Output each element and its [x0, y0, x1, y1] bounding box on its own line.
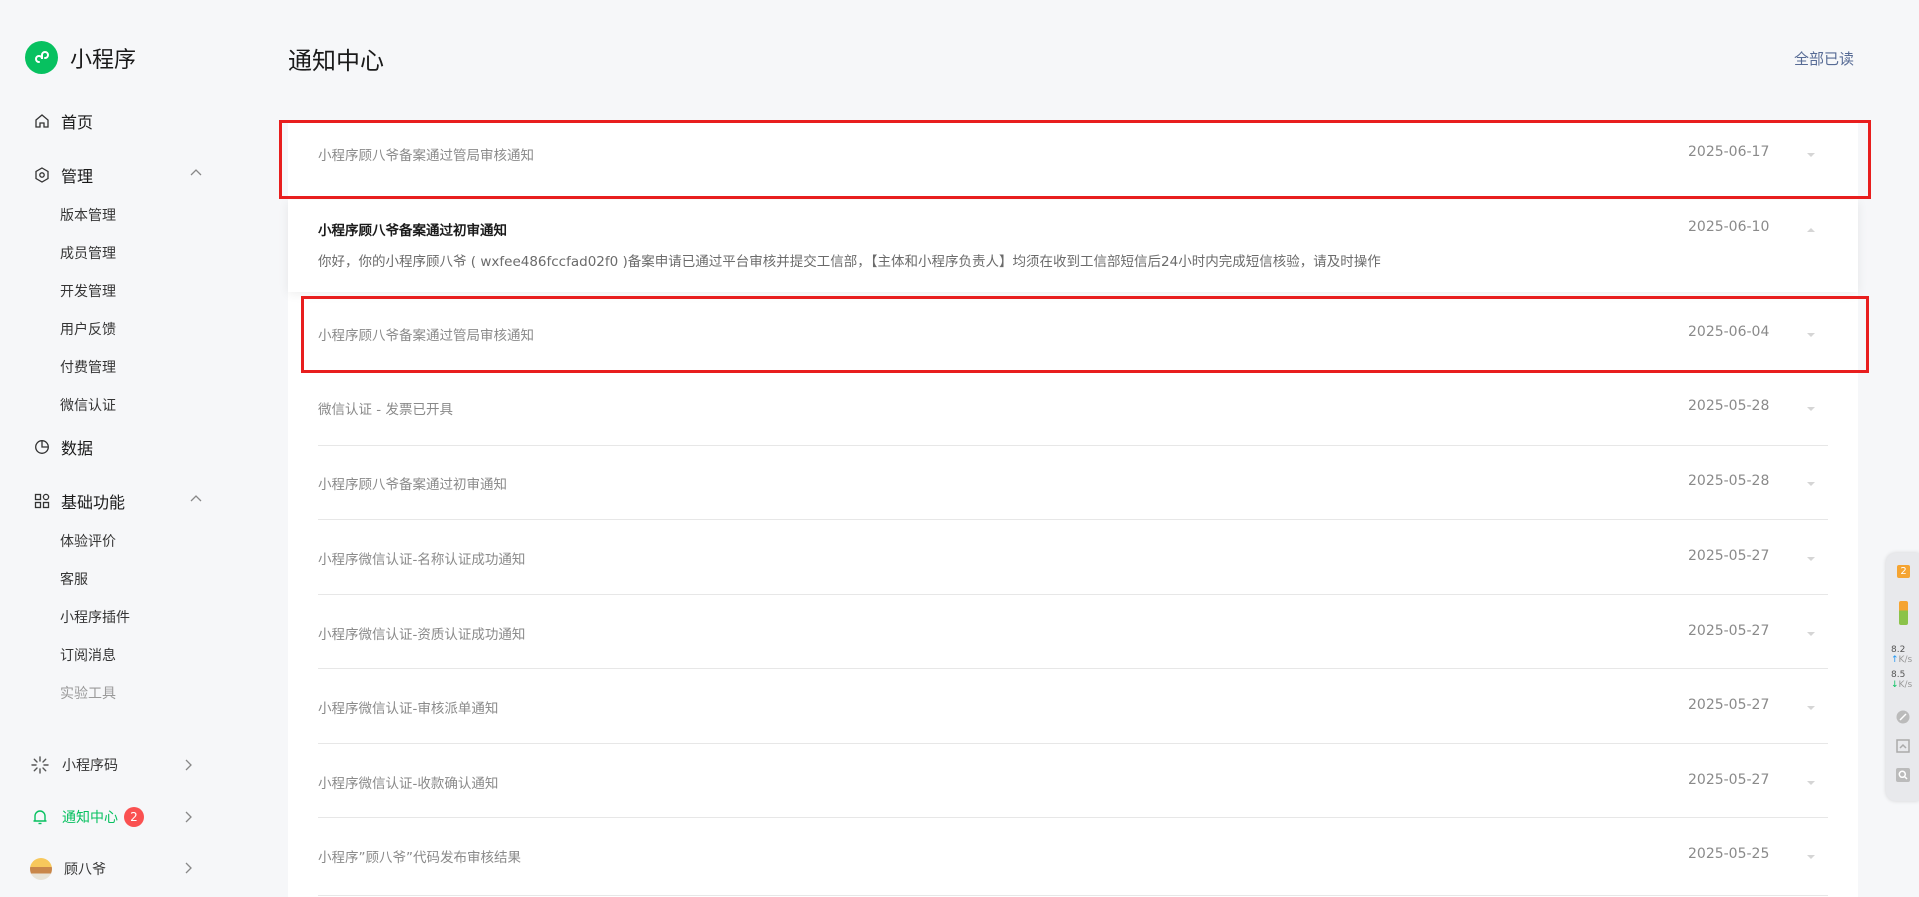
notification-date: 2025-05-25	[1688, 846, 1770, 862]
notification-title: 小程序顾八爷备案通过初审通知	[318, 477, 507, 493]
notification-title: 小程序微信认证-资质认证成功通知	[318, 627, 526, 643]
notification-description: 你好，你的小程序顾八爷 ( wxfee486fccfad02f0 )备案申请已通…	[318, 254, 1381, 270]
notification-title: 小程序顾八爷备案通过管局审核通知	[318, 148, 534, 164]
mark-all-read-link[interactable]: 全部已读	[1794, 48, 1854, 69]
grid-icon	[33, 492, 51, 510]
chevron-down-icon[interactable]	[1806, 846, 1816, 865]
unread-count-badge: 2	[124, 807, 144, 827]
divider	[318, 895, 1828, 896]
nav-notify-center[interactable]: 通知中心 2	[30, 807, 195, 827]
notification-item[interactable]: 小程序顾八爷备案通过管局审核通知 2025-06-17	[288, 120, 1858, 195]
notification-date: 2025-06-04	[1688, 324, 1770, 340]
chevron-up-icon[interactable]	[189, 491, 203, 510]
chevron-down-icon[interactable]	[1806, 772, 1816, 791]
app-logo[interactable]: 小程序	[25, 41, 136, 74]
chevron-right-icon	[181, 810, 195, 828]
nav-home[interactable]: 首页	[33, 109, 203, 133]
nav-notify-label: 通知中心	[62, 810, 118, 826]
notification-date: 2025-05-27	[1688, 697, 1770, 713]
nav-data[interactable]: 数据	[33, 435, 203, 459]
search-icon[interactable]	[1895, 767, 1911, 783]
app-name: 小程序	[70, 47, 137, 73]
nav-account[interactable]: 顾八爷	[30, 858, 195, 880]
nav-dev-manage[interactable]: 开发管理	[60, 281, 116, 301]
notification-date: 2025-05-28	[1688, 398, 1770, 414]
bell-icon	[30, 807, 50, 827]
chevron-down-icon[interactable]	[1806, 697, 1816, 716]
notification-item[interactable]: 小程序微信认证-名称认证成功通知 2025-05-27	[288, 520, 1858, 595]
chevron-up-icon[interactable]	[189, 165, 203, 184]
screenshot-icon[interactable]	[1895, 738, 1911, 754]
manage-icon	[33, 166, 51, 184]
sidebar: 小程序 首页 管理 版本管理 成员管理 开发管理 用户反馈 付费管理 微信认证 …	[0, 0, 230, 897]
chevron-down-icon[interactable]	[1806, 623, 1816, 642]
home-icon	[33, 112, 51, 130]
qrcode-icon	[30, 755, 50, 775]
notification-item[interactable]: 小程序”顾八爷”代码发布审核结果 2025-05-25	[288, 818, 1858, 897]
chevron-up-icon[interactable]	[1806, 219, 1816, 238]
miniprogram-logo-icon	[25, 41, 58, 74]
chevron-down-icon[interactable]	[1806, 144, 1816, 163]
nav-qrcode[interactable]: 小程序码	[30, 755, 195, 775]
nav-experience-review[interactable]: 体验评价	[60, 531, 116, 551]
notification-date: 2025-05-28	[1688, 473, 1770, 489]
notification-title: 微信认证 - 发票已开具	[318, 402, 453, 418]
feather-icon[interactable]	[1895, 709, 1911, 725]
nav-subscribe-msg[interactable]: 订阅消息	[60, 645, 116, 665]
chevron-down-icon[interactable]	[1806, 324, 1816, 343]
nav-manage[interactable]: 管理	[33, 163, 203, 187]
chevron-down-icon[interactable]	[1806, 398, 1816, 417]
notification-title: 小程序微信认证-收款确认通知	[318, 776, 499, 792]
nav-plugins[interactable]: 小程序插件	[60, 607, 130, 627]
download-speed: 8.5 ↓K/s	[1891, 670, 1913, 690]
notification-list: 小程序顾八爷备案通过管局审核通知 2025-06-17 小程序顾八爷备案通过初审…	[288, 120, 1858, 897]
notification-item[interactable]: 小程序微信认证-收款确认通知 2025-05-27	[288, 744, 1858, 818]
notification-date: 2025-05-27	[1688, 623, 1770, 639]
chevron-down-icon[interactable]	[1806, 548, 1816, 567]
page-title: 通知中心	[288, 47, 384, 75]
nav-lab-tools: 实验工具	[60, 686, 116, 702]
nav-member-manage[interactable]: 成员管理	[60, 243, 116, 263]
avatar	[30, 858, 52, 880]
notification-date: 2025-06-10	[1688, 219, 1770, 235]
notification-title: 小程序顾八爷备案通过初审通知	[318, 223, 507, 239]
notification-item[interactable]: 微信认证 - 发票已开具 2025-05-28	[288, 372, 1858, 446]
nav-basic-label: 基础功能	[61, 493, 126, 512]
upload-speed: 8.2 ↑K/s	[1891, 645, 1913, 665]
nav-manage-label: 管理	[61, 167, 94, 186]
chevron-right-icon	[181, 861, 195, 879]
nav-version-manage[interactable]: 版本管理	[60, 205, 116, 225]
nav-home-label: 首页	[61, 113, 94, 132]
nav-basic-features[interactable]: 基础功能	[33, 489, 203, 513]
notification-title: 小程序顾八爷备案通过管局审核通知	[318, 328, 534, 344]
pie-chart-icon	[33, 438, 51, 456]
nav-data-label: 数据	[61, 439, 94, 458]
notification-date: 2025-06-17	[1688, 144, 1770, 160]
notification-title: 小程序微信认证-名称认证成功通知	[318, 552, 526, 568]
notification-item-expanded[interactable]: 小程序顾八爷备案通过初审通知 2025-06-10 你好，你的小程序顾八爷 ( …	[288, 200, 1858, 292]
nav-customer-service[interactable]: 客服	[60, 569, 88, 589]
nav-user-feedback[interactable]: 用户反馈	[60, 319, 116, 339]
chevron-right-icon	[181, 758, 195, 776]
notification-title: 小程序微信认证-审核派单通知	[318, 701, 499, 717]
nav-wechat-verify[interactable]: 微信认证	[60, 395, 116, 415]
chevron-down-icon[interactable]	[1806, 473, 1816, 492]
notification-item[interactable]: 小程序顾八爷备案通过管局审核通知 2025-06-04	[288, 298, 1858, 372]
notification-title: 小程序”顾八爷”代码发布审核结果	[318, 850, 521, 866]
notification-date: 2025-05-27	[1688, 548, 1770, 564]
account-name: 顾八爷	[64, 862, 106, 878]
notification-item[interactable]: 小程序顾八爷备案通过初审通知 2025-05-28	[288, 446, 1858, 520]
nav-qrcode-label: 小程序码	[62, 758, 118, 774]
notification-date: 2025-05-27	[1688, 772, 1770, 788]
notification-item[interactable]: 小程序微信认证-资质认证成功通知 2025-05-27	[288, 595, 1858, 669]
notification-item[interactable]: 小程序微信认证-审核派单通知 2025-05-27	[288, 669, 1858, 744]
nav-payment-manage[interactable]: 付费管理	[60, 357, 116, 377]
floating-tool-panel: 2 8.2 ↑K/s 8.5 ↓K/s	[1886, 553, 1919, 801]
panel-badge: 2	[1897, 565, 1910, 578]
monitor-bar-icon	[1899, 601, 1908, 625]
